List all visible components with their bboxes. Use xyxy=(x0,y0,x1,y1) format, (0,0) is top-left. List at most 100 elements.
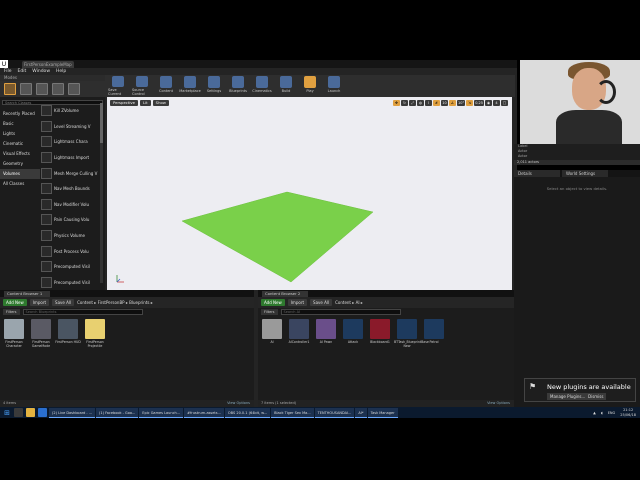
taskbar-app[interactable]: (2) Live Dashboard - ... xyxy=(49,407,95,418)
world-icon[interactable]: ◍ xyxy=(416,100,424,106)
taskbar-app[interactable]: OBS 20.0.1 (64bit, w... xyxy=(224,407,271,418)
asset-tile[interactable]: AI xyxy=(261,319,283,348)
manage-plugins-button[interactable]: Manage Plugins... xyxy=(547,393,589,400)
taskbar-app[interactable]: TENTHOUSANDAI... xyxy=(314,407,355,418)
level-tab[interactable]: FirstPersonExampleMap xyxy=(22,60,74,68)
toolbar-button-content[interactable]: Content xyxy=(156,76,176,96)
placeable-item[interactable]: Precomputed Visil xyxy=(41,275,99,291)
level-viewport[interactable]: Perspective Lit Show ✥ ↻ ⤢ ◍ ⌇ # 10 ∠ 10… xyxy=(107,97,512,290)
network-icon[interactable]: ▲ xyxy=(593,411,596,415)
grid-value[interactable]: 10 xyxy=(440,100,448,106)
taskbar-app[interactable]: Epic Games Launch... xyxy=(139,407,184,418)
add-new-button[interactable]: Add New xyxy=(3,299,27,306)
start-button-icon[interactable]: ⊞ xyxy=(2,408,12,418)
toolbar-button-launch[interactable]: Launch xyxy=(324,76,344,96)
scale-snap-icon[interactable]: ⇲ xyxy=(466,100,474,106)
view-options-button[interactable]: View Options xyxy=(487,400,510,407)
crumb-item[interactable]: Blueprints xyxy=(129,300,149,305)
toolbar-button-build[interactable]: Build xyxy=(276,76,296,96)
menu-file[interactable]: File xyxy=(4,69,12,74)
category-item[interactable]: Cinematic xyxy=(0,139,40,149)
add-new-button[interactable]: Add New xyxy=(261,299,285,306)
edge-icon[interactable] xyxy=(38,408,47,417)
placeable-item[interactable]: Precomputed Visil xyxy=(41,259,99,275)
language-indicator[interactable]: ENG xyxy=(608,411,616,415)
scale-value[interactable]: 0.25 xyxy=(474,100,484,106)
filters-button[interactable]: Filters xyxy=(261,309,278,315)
dismiss-button[interactable]: Dismiss xyxy=(585,393,607,400)
search-input[interactable]: Search Blueprints xyxy=(22,309,143,315)
filters-button[interactable]: Filters xyxy=(3,309,20,315)
translate-icon[interactable]: ✥ xyxy=(392,100,400,106)
tab-details[interactable]: Details xyxy=(514,170,560,177)
import-button[interactable]: Import xyxy=(287,299,308,306)
camera-speed-value[interactable]: 4 xyxy=(493,100,500,106)
asset-tile[interactable]: BTTask_BlueprintBase New xyxy=(394,319,429,348)
content-browser-2-tab[interactable]: Content Browser 2 xyxy=(262,291,308,297)
show-button[interactable]: Show xyxy=(152,100,169,106)
asset-tile[interactable]: FirstPerson Character xyxy=(3,319,25,348)
content-browser-1-tab[interactable]: Content Browser 1 xyxy=(4,291,50,297)
menu-edit[interactable]: Edit xyxy=(18,69,27,74)
view-options-button[interactable]: View Options xyxy=(227,400,250,407)
save-all-button[interactable]: Save All xyxy=(52,299,75,306)
placeable-item[interactable]: Pain Causing Volu xyxy=(41,212,99,228)
toolbar-button-settings[interactable]: Settings xyxy=(204,76,224,96)
search-input[interactable]: Search AI xyxy=(280,309,401,315)
search-icon[interactable] xyxy=(14,408,23,417)
toolbar-button-marketplace[interactable]: Marketplace xyxy=(179,76,201,96)
crumb-item[interactable]: AI xyxy=(356,300,360,305)
asset-tile[interactable]: Attack xyxy=(342,319,364,348)
category-item[interactable]: Visual Effects xyxy=(0,149,40,159)
category-item-selected[interactable]: Volumes xyxy=(0,169,40,179)
perspective-button[interactable]: Perspective xyxy=(110,100,138,106)
file-explorer-icon[interactable] xyxy=(26,408,35,417)
scale-icon[interactable]: ⤢ xyxy=(408,100,416,106)
placeable-item[interactable]: Nav Modifier Volu xyxy=(41,197,99,213)
geometry-mode-icon[interactable] xyxy=(68,83,80,95)
placeable-item[interactable]: Lightmass Import xyxy=(41,150,99,166)
taskbar-app[interactable]: AI* xyxy=(355,407,367,418)
asset-tile[interactable]: FirstPerson Projectile xyxy=(84,319,106,348)
menu-window[interactable]: Window xyxy=(32,69,50,74)
category-item[interactable]: Lights xyxy=(0,129,40,139)
toolbar-button-source-control[interactable]: Source Control xyxy=(132,76,152,96)
import-button[interactable]: Import xyxy=(29,299,50,306)
surface-snap-icon[interactable]: ⌇ xyxy=(424,100,432,106)
toolbar-button-save-current[interactable]: Save Current xyxy=(108,76,128,96)
asset-tile[interactable]: AIController1 xyxy=(288,319,310,348)
placeable-item[interactable]: Kill ZVolume xyxy=(41,103,99,119)
category-item[interactable]: Geometry xyxy=(0,159,40,169)
taskbar-app[interactable]: (1) Facebook - Goo... xyxy=(96,407,139,418)
crumb-item[interactable]: FirstPersonBP xyxy=(98,300,125,305)
volume-icon[interactable]: ◖ xyxy=(601,411,603,415)
rotate-icon[interactable]: ↻ xyxy=(400,100,408,106)
paint-mode-icon[interactable] xyxy=(20,83,32,95)
placeable-item[interactable]: Lightmass Chara xyxy=(41,134,99,150)
asset-tile[interactable]: Blackboard1 xyxy=(369,319,391,348)
toolbar-button-blueprints[interactable]: Blueprints xyxy=(228,76,248,96)
placeable-item[interactable]: Post Process Volu xyxy=(41,243,99,259)
asset-tile[interactable]: FirstPerson HUD xyxy=(55,319,81,348)
crumb-item[interactable]: Content xyxy=(77,300,93,305)
taskbar-app[interactable]: Black Tiger Sex Ma... xyxy=(271,407,314,418)
crumb-item[interactable]: Content xyxy=(335,300,351,305)
asset-tile[interactable]: Patrol xyxy=(423,319,445,348)
asset-tile[interactable]: FirstPerson GameMode xyxy=(30,319,52,348)
landscape-mode-icon[interactable] xyxy=(36,83,48,95)
taskbar-app[interactable]: #frustrum-assets... xyxy=(184,407,224,418)
modes-scrollbar[interactable] xyxy=(100,103,103,283)
clock[interactable]: 21:12 25/06/18 xyxy=(620,408,636,417)
placeable-item[interactable]: Level Streaming V xyxy=(41,119,99,135)
menu-help[interactable]: Help xyxy=(56,69,66,74)
place-mode-icon[interactable] xyxy=(4,83,16,95)
category-item[interactable]: All Classes xyxy=(0,179,40,189)
outliner-row[interactable]: Actor xyxy=(514,154,640,159)
angle-value[interactable]: 10° xyxy=(456,100,466,106)
foliage-mode-icon[interactable] xyxy=(52,83,64,95)
tab-world-settings[interactable]: World Settings xyxy=(562,170,608,177)
angle-snap-icon[interactable]: ∠ xyxy=(448,100,456,106)
toolbar-button-play[interactable]: Play xyxy=(300,76,320,96)
taskbar-app[interactable]: Task Manager xyxy=(367,407,398,418)
category-item[interactable]: Recently Placed xyxy=(0,109,40,119)
